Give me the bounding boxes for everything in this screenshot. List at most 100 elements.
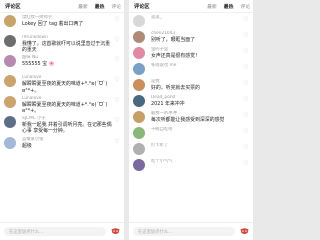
comment-text: 超级 bbox=[22, 142, 32, 149]
like-button[interactable]: ♡ bbox=[242, 96, 250, 103]
comment-text: 好的，听完就去买票的 bbox=[151, 85, 200, 91]
comment-panel-left: 评论区 最新 最热 评论 漂红纹一师师学 Lokey 回了 tag 着出口两了 ♡ r… bbox=[0, 0, 124, 240]
avatar[interactable] bbox=[133, 111, 145, 123]
comment-title: 评论区 bbox=[134, 3, 150, 10]
comment-list: 淡淡_ ♡ chen21043 别听了，眼眶当面了 ♡ 萤的子萤 女声还真是很有感觉！ ♡ 冬雨… bbox=[129, 13, 253, 222]
comment-text: 女声还真是很有感觉！ bbox=[151, 53, 200, 59]
like-button[interactable]: ♡ bbox=[242, 80, 250, 87]
heart-icon: ♡ bbox=[243, 64, 249, 71]
comment-item: 最我一听冲冲 每次听都能让我感受到深深的感觉 ♡ bbox=[129, 109, 253, 125]
heart-icon: ♡ bbox=[243, 112, 249, 119]
avatar[interactable] bbox=[133, 63, 145, 75]
comment-header: 评论区 最新 最热 评论 bbox=[0, 0, 124, 13]
comment-text: 解瞬瞬夏至夜的夏天的味道+*.°ʚ(ˊᗜˋ)ɞ°*+。 bbox=[22, 101, 108, 115]
avatar[interactable] bbox=[4, 35, 16, 47]
emoji-icon[interactable] bbox=[239, 227, 249, 237]
heart-icon: ♡ bbox=[114, 76, 120, 84]
tab-latest[interactable]: 最新 bbox=[207, 3, 217, 10]
heart-icon: ♡ bbox=[243, 48, 249, 55]
heart-icon: ♡ bbox=[243, 160, 249, 167]
like-button[interactable]: ♡ bbox=[242, 64, 250, 71]
tab-hot[interactable]: 最热 bbox=[95, 3, 105, 10]
comment-item: 千碗自吃吧 ♡ bbox=[129, 125, 253, 141]
comment-item: r9runkdown 我懂了。这首歌就吓可以说里音过于沉重的重天 ♡ bbox=[0, 33, 124, 53]
comment-item: chen21043 别听了，眼眶当面了 ♡ bbox=[129, 29, 253, 45]
comment-header: 评论区 最新 最热 评论 bbox=[129, 0, 253, 13]
emoji-icon[interactable] bbox=[110, 227, 120, 237]
comment-text: 解瞬瞬夏至夜的夏天的味道+*.°ʚ(ˊᗜˋ)ɞ°*+。 bbox=[22, 81, 108, 94]
comment-text: 新我一起我 并着引调听月亮。在记那些偶心事 享受每一分钟。 bbox=[22, 122, 112, 135]
comment-input-bar: 在这里说点什么... bbox=[129, 222, 253, 240]
avatar[interactable] bbox=[4, 15, 16, 27]
tab-comments[interactable]: 评论 bbox=[111, 3, 121, 10]
comment-title: 评论区 bbox=[5, 3, 21, 10]
like-button[interactable]: ♡ bbox=[113, 97, 121, 104]
heart-icon: ♡ bbox=[114, 96, 120, 104]
like-button[interactable]: ♡ bbox=[242, 32, 250, 39]
like-button[interactable]: ♡ bbox=[242, 112, 250, 119]
heart-icon: ♡ bbox=[243, 96, 249, 103]
comment-item: Lunalove 解瞬瞬夏至夜的夏天的味道+*.°ʚ(ˊᗜˋ)ɞ°*+。 ♡ bbox=[0, 94, 124, 114]
comment-item: 萤的子萤 女声还真是很有感觉！ ♡ bbox=[129, 45, 253, 61]
heart-icon: ♡ bbox=[114, 16, 120, 23]
avatar[interactable] bbox=[4, 116, 16, 129]
comment-input[interactable]: 在这里说点什么... bbox=[4, 227, 106, 236]
like-button[interactable]: ♡ bbox=[113, 16, 121, 23]
like-button[interactable]: ♡ bbox=[113, 138, 121, 145]
avatar[interactable] bbox=[133, 47, 145, 59]
comment-text: 别听了，眼眶当面了 bbox=[151, 37, 196, 43]
like-button[interactable]: ♡ bbox=[113, 56, 121, 63]
avatar[interactable] bbox=[133, 31, 145, 43]
comment-item: 淡淡_ ♡ bbox=[129, 13, 253, 29]
avatar[interactable] bbox=[133, 79, 145, 91]
heart-icon: ♡ bbox=[243, 144, 249, 151]
avatar[interactable] bbox=[133, 127, 145, 139]
avatar[interactable] bbox=[4, 75, 16, 88]
like-button[interactable]: ♡ bbox=[242, 144, 250, 151]
comment-item: SJCMC 小子 新我一起我 并着引调听月亮。在记那些偶心事 享受每一分钟。 ♡ bbox=[0, 114, 124, 134]
heart-icon: ♡ bbox=[243, 80, 249, 87]
comment-item: 漂红纹一师师学 Lokey 回了 tag 着出口两了 ♡ bbox=[0, 13, 124, 33]
comment-item: 吃个小气气 ♡ bbox=[129, 157, 253, 173]
comment-username[interactable]: 吃个小气气 bbox=[151, 159, 241, 165]
heart-icon: ♡ bbox=[114, 137, 120, 145]
like-button[interactable]: ♡ bbox=[113, 117, 121, 124]
avatar[interactable] bbox=[133, 159, 145, 171]
like-button[interactable]: ♡ bbox=[113, 36, 121, 43]
like-button[interactable]: ♡ bbox=[242, 48, 250, 55]
like-button[interactable]: ♡ bbox=[242, 128, 250, 135]
comment-username[interactable]: 打卡听了 bbox=[151, 143, 241, 149]
heart-icon: ♡ bbox=[114, 56, 120, 64]
comment-username[interactable]: 淡淡_ bbox=[151, 15, 241, 21]
comment-text: 每次听都能让我感受到深深的感觉 bbox=[151, 117, 225, 123]
comment-input-bar: 在这里说点什么... bbox=[0, 222, 124, 240]
comment-item: 打卡听了 ♡ bbox=[129, 141, 253, 157]
avatar[interactable] bbox=[4, 55, 16, 68]
avatar[interactable] bbox=[133, 15, 145, 27]
comment-username[interactable]: 冬雨说也 me bbox=[151, 63, 241, 69]
heart-icon: ♡ bbox=[243, 128, 249, 135]
comment-item: Dead_pond 2021 年来冲冲 ♡ bbox=[129, 93, 253, 109]
avatar[interactable] bbox=[133, 95, 145, 107]
avatar[interactable] bbox=[133, 143, 145, 155]
comment-text: 555555 宝 🌸 bbox=[22, 61, 55, 68]
like-button[interactable]: ♡ bbox=[242, 16, 250, 23]
heart-icon: ♡ bbox=[243, 16, 249, 23]
comment-list: 漂红纹一师师学 Lokey 回了 tag 着出口两了 ♡ r9runkdown 我懂了。… bbox=[0, 13, 124, 222]
avatar[interactable] bbox=[4, 95, 16, 108]
comment-item: Lunalove 解瞬瞬夏至夜的夏天的味道+*.°ʚ(ˊᗜˋ)ɞ°*+。 ♡ bbox=[0, 73, 124, 94]
like-button[interactable]: ♡ bbox=[242, 160, 250, 167]
comment-text: Lokey 回了 tag 着出口两了 bbox=[22, 21, 84, 27]
like-button[interactable]: ♡ bbox=[113, 76, 121, 83]
comment-input[interactable]: 在这里说点什么... bbox=[133, 227, 235, 236]
tab-hot[interactable]: 最热 bbox=[224, 3, 234, 10]
comment-username[interactable]: 千碗自吃吧 bbox=[151, 127, 241, 133]
comment-item: 是我 好的，听完就去买票的 ♡ bbox=[129, 77, 253, 93]
tab-latest[interactable]: 最新 bbox=[78, 3, 88, 10]
tab-comments[interactable]: 评论 bbox=[240, 3, 250, 10]
avatar[interactable] bbox=[4, 136, 16, 149]
comment-item: 冬雨说也 me ♡ bbox=[129, 61, 253, 77]
comment-text: 2021 年来冲冲 bbox=[151, 101, 185, 107]
heart-icon: ♡ bbox=[243, 32, 249, 39]
heart-icon: ♡ bbox=[114, 117, 120, 125]
